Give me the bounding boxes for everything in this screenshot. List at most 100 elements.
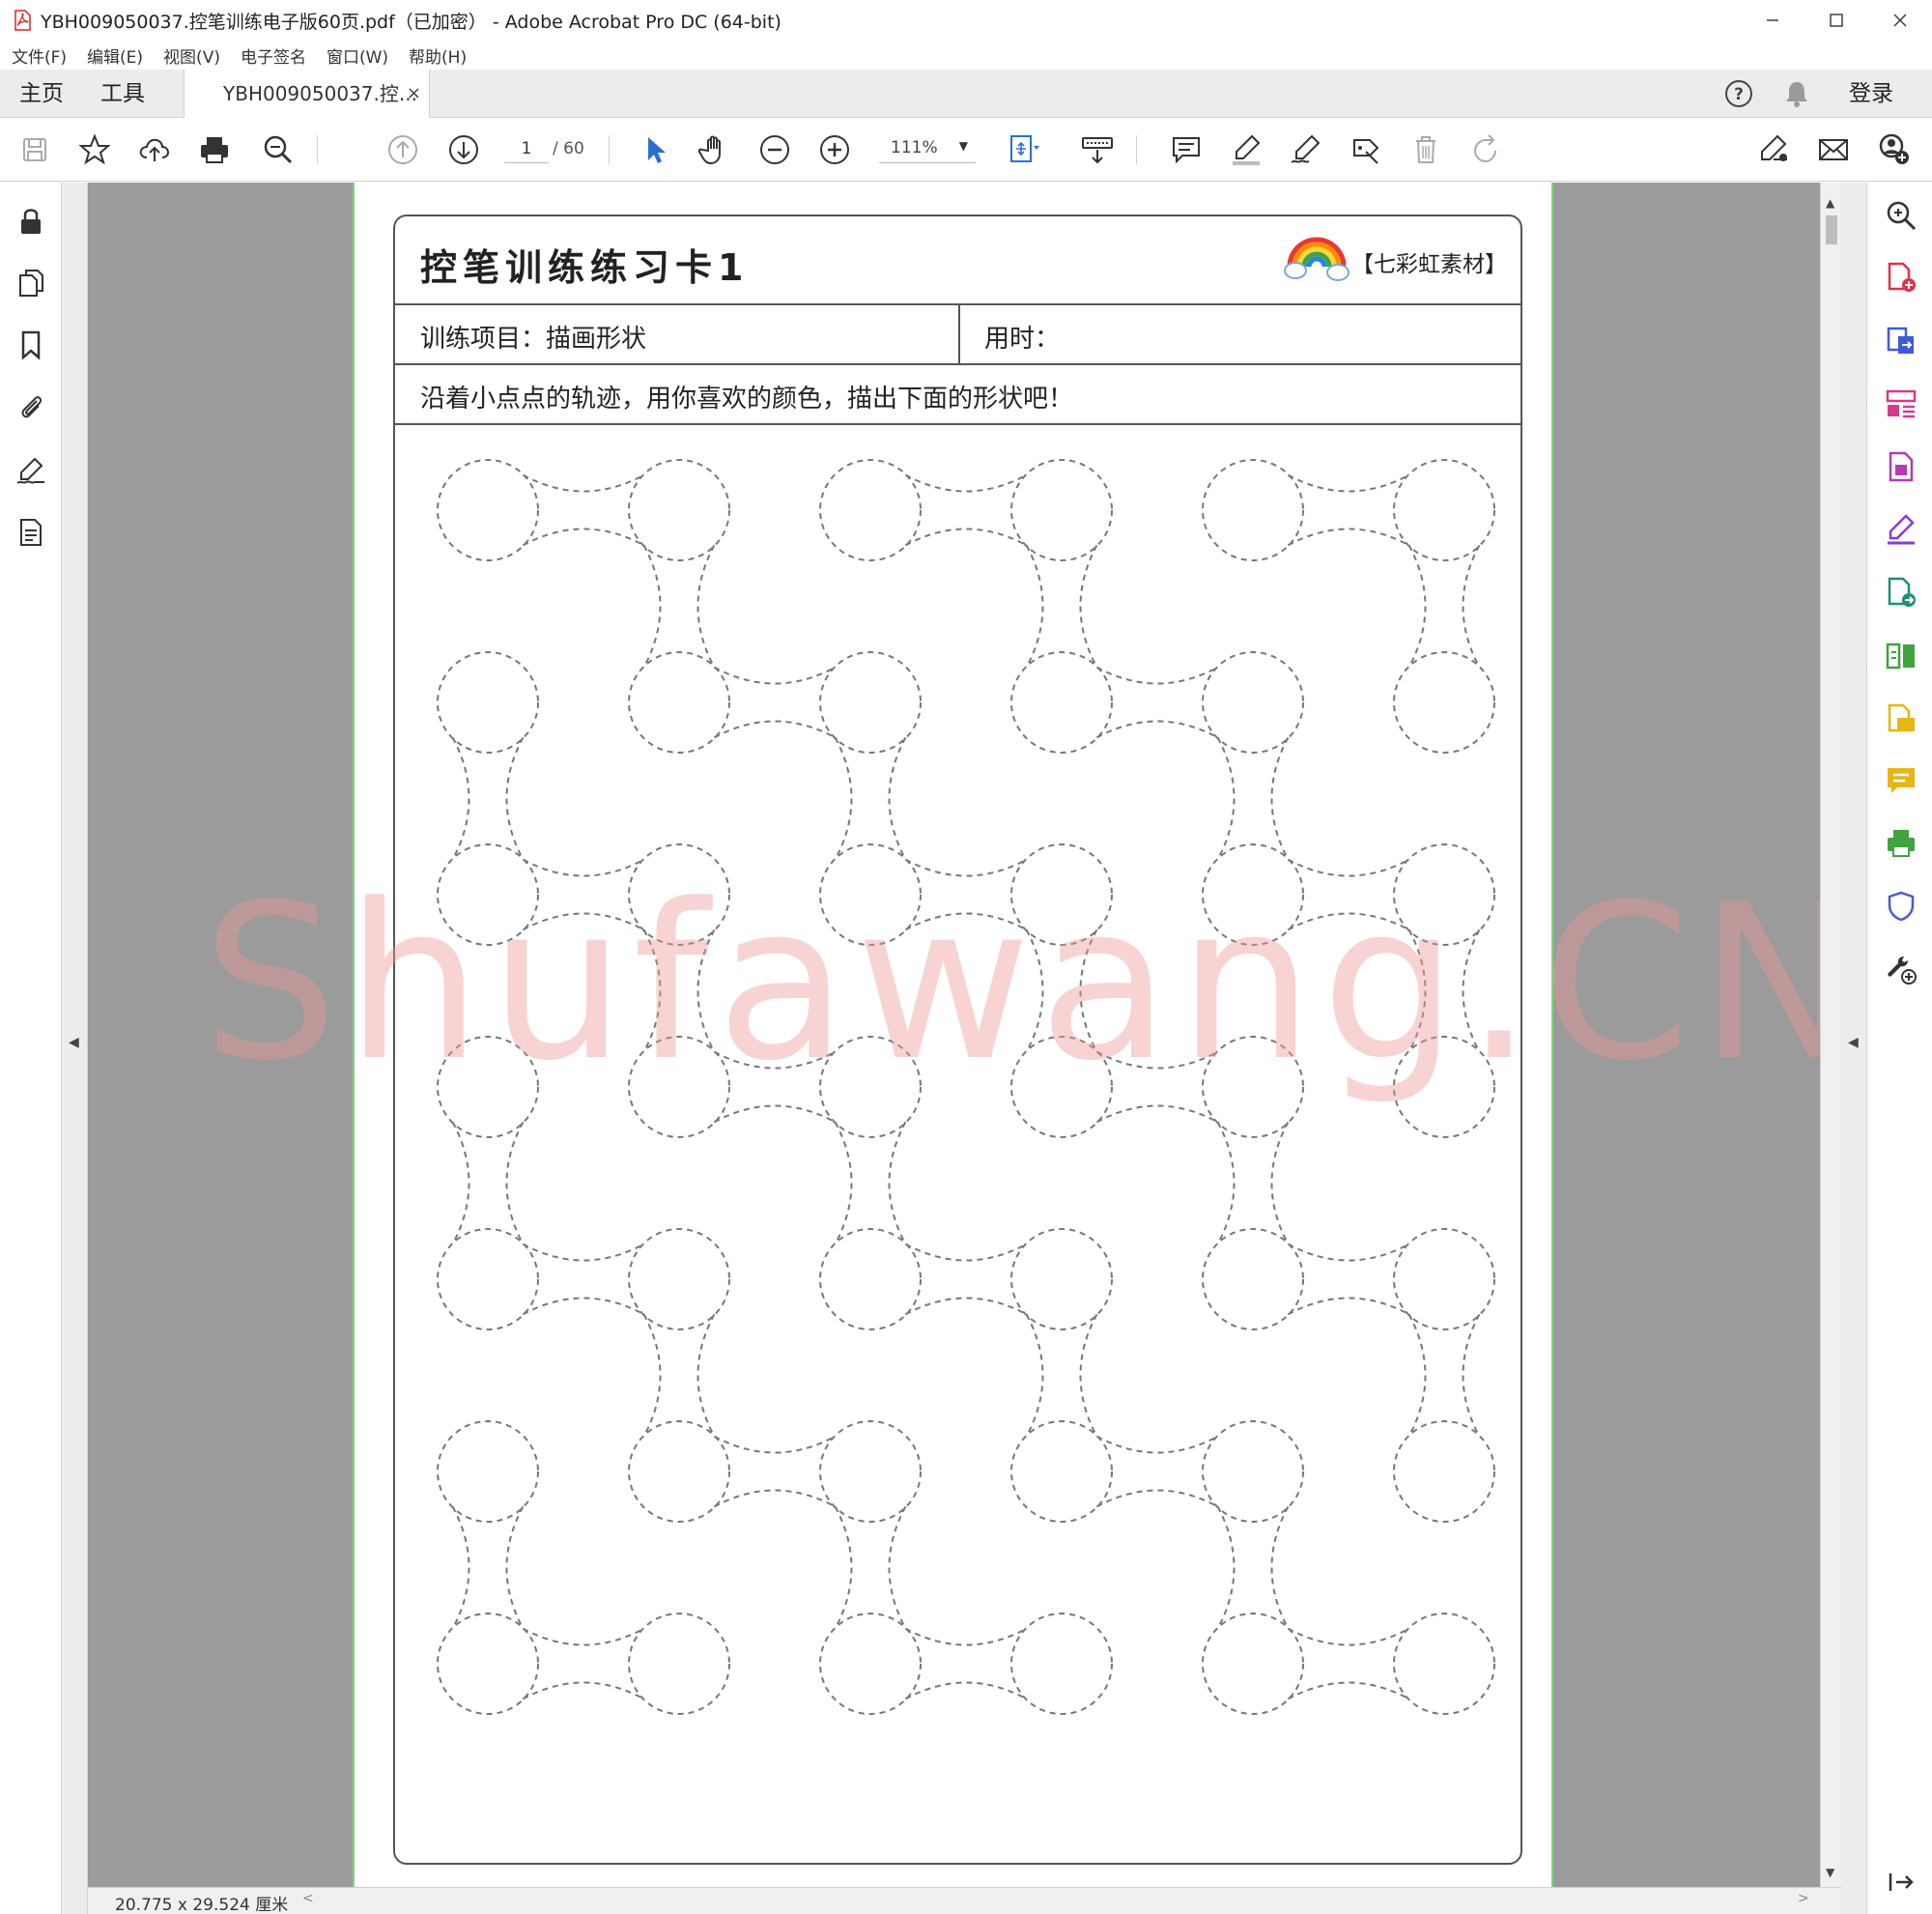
dashed-connector — [1407, 928, 1481, 1053]
dashed-connector — [904, 858, 1028, 931]
dashed-connector — [1095, 666, 1219, 739]
title-bar: YBH009050037.控笔训练电子版60页.pdf（已加密） - Adobe… — [0, 0, 1932, 41]
right-tools-pane — [1867, 183, 1932, 1914]
bookmark-star-button[interactable] — [75, 130, 114, 169]
dashed-circle — [628, 843, 730, 946]
practice-card: 控笔训练练习卡1 【七彩虹素材】 训练项目：描画形状 用时： 沿着小点点的轨迹，… — [393, 214, 1522, 1865]
collapse-tools-pane-button[interactable] — [1883, 1864, 1919, 1900]
save-button[interactable] — [15, 130, 54, 169]
share-button[interactable] — [1874, 130, 1913, 169]
stamp-button[interactable] — [1347, 130, 1385, 169]
scroll-right-icon[interactable]: > — [1798, 1891, 1809, 1906]
dashed-connector — [834, 1505, 907, 1630]
organize-pages-tool[interactable] — [1883, 386, 1919, 422]
document-viewer[interactable]: 控笔训练练习卡1 【七彩虹素材】 训练项目：描画形状 用时： 沿着小点点的轨迹，… — [88, 183, 1820, 1887]
comment-tool[interactable] — [1883, 762, 1919, 799]
dashed-connector — [904, 1627, 1028, 1700]
lock-icon — [21, 209, 41, 234]
dashed-connector — [1025, 928, 1098, 1053]
dashed-connector — [642, 544, 716, 669]
search-tool-button[interactable] — [1883, 197, 1919, 234]
page-thumbnails-button[interactable] — [14, 266, 48, 300]
menu-help[interactable]: 帮助(H) — [409, 43, 467, 68]
dashed-connector — [451, 736, 525, 861]
maximize-button[interactable] — [1804, 0, 1868, 41]
menu-edit[interactable]: 编辑(E) — [87, 43, 143, 68]
trash-icon — [1416, 136, 1435, 163]
zoom-in-button[interactable] — [815, 130, 854, 169]
previous-page-button[interactable] — [384, 130, 422, 169]
menu-e-signature[interactable]: 电子签名 — [241, 43, 306, 68]
scroll-thumb[interactable] — [1826, 215, 1837, 244]
bookmarks-button[interactable] — [14, 328, 48, 362]
upload-cloud-button[interactable] — [135, 130, 174, 169]
sign-button[interactable] — [1287, 130, 1325, 169]
comment-tool-icon — [1888, 768, 1915, 793]
fill-sign-tool[interactable] — [1883, 511, 1919, 548]
dashed-connector — [522, 473, 645, 547]
fill-sign-button[interactable] — [1754, 130, 1793, 169]
brand-label: 【七彩虹素材】 — [1351, 252, 1507, 277]
print-production-tool[interactable] — [1883, 825, 1919, 862]
export-pdf-tool[interactable] — [1883, 323, 1919, 359]
create-pdf-icon — [1888, 262, 1916, 292]
share-file-tool[interactable] — [1883, 700, 1919, 737]
scroll-up-icon[interactable]: ▲ — [1826, 196, 1834, 210]
tab-document[interactable]: YBH009050037.控... × — [184, 70, 430, 119]
find-button[interactable] — [259, 130, 298, 169]
svg-text:?: ? — [1734, 85, 1744, 104]
scroll-left-icon[interactable]: < — [302, 1891, 314, 1906]
page-fit-button[interactable] — [1005, 130, 1043, 169]
page-dimensions: 20.775 x 29.524 厘米 — [115, 1896, 289, 1914]
content-button[interactable] — [14, 515, 48, 550]
dashed-connector — [904, 1243, 1028, 1316]
toolbar-separator — [1136, 135, 1137, 164]
create-pdf-tool[interactable] — [1883, 259, 1919, 296]
signature-pen-icon — [16, 457, 44, 484]
menu-view[interactable]: 视图(V) — [163, 43, 220, 68]
left-pane-toggle[interactable]: ◀ — [62, 183, 88, 1914]
highlight-button[interactable] — [1227, 130, 1265, 169]
right-pane-toggle[interactable]: ◀ — [1841, 183, 1867, 1914]
dashed-connector — [1287, 473, 1410, 547]
help-icon[interactable]: ? — [1723, 78, 1754, 109]
printer-icon — [201, 137, 228, 163]
more-tools-button[interactable] — [1883, 951, 1919, 987]
compare-tool[interactable] — [1883, 637, 1919, 673]
dashed-circle — [1393, 1613, 1495, 1715]
zoom-out-button[interactable] — [755, 130, 794, 169]
select-tool-button[interactable] — [636, 130, 674, 169]
menu-file[interactable]: 文件(F) — [12, 43, 67, 68]
attachments-button[interactable] — [14, 389, 48, 424]
hand-tool-button[interactable] — [696, 130, 734, 169]
compare-icon — [1886, 643, 1915, 670]
send-for-review-tool[interactable] — [1883, 574, 1919, 611]
security-settings-button[interactable] — [14, 204, 48, 239]
tab-home[interactable]: 主页 — [19, 70, 64, 118]
menu-window[interactable]: 窗口(W) — [327, 43, 388, 68]
scroll-mode-button[interactable] — [1078, 130, 1117, 169]
pages-icon — [19, 270, 43, 297]
comment-button[interactable] — [1167, 130, 1206, 169]
signatures-button[interactable] — [14, 453, 48, 488]
email-button[interactable] — [1814, 130, 1853, 169]
delete-button[interactable] — [1406, 130, 1445, 169]
rotate-button[interactable] — [1466, 130, 1505, 169]
protect-tool[interactable] — [1883, 888, 1919, 925]
zoom-value: 111% — [891, 138, 938, 157]
minimize-button[interactable] — [1741, 0, 1804, 41]
next-page-button[interactable] — [444, 130, 483, 169]
tab-tools[interactable]: 工具 — [100, 70, 145, 118]
close-window-button[interactable] — [1868, 0, 1932, 41]
login-button[interactable]: 登录 — [1849, 70, 1893, 118]
page-number-input[interactable] — [504, 134, 549, 163]
vertical-scrollbar[interactable]: ▲ ▼ — [1820, 183, 1841, 1887]
zoom-dropdown[interactable]: 111% ▼ — [879, 134, 976, 163]
page-total: / 60 — [553, 139, 584, 158]
close-tab-button[interactable]: × — [407, 83, 421, 103]
edit-pdf-tool[interactable] — [1883, 448, 1919, 485]
dashed-connector — [451, 1505, 525, 1630]
bell-icon[interactable] — [1781, 78, 1812, 109]
scroll-down-icon[interactable]: ▼ — [1826, 1866, 1834, 1879]
print-button[interactable] — [195, 130, 234, 169]
